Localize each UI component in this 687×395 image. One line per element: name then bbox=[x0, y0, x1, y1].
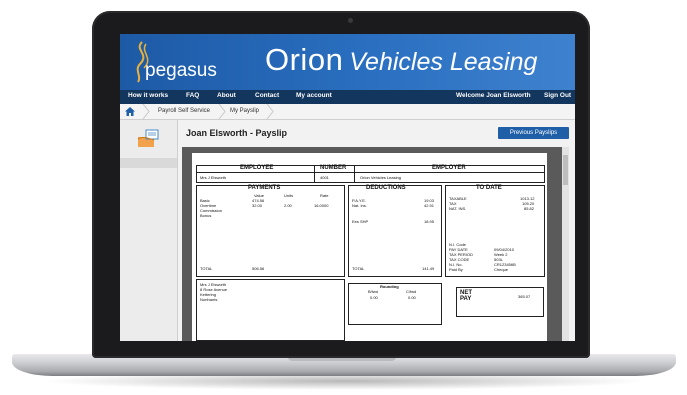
divider bbox=[354, 165, 355, 183]
home-icon[interactable] bbox=[125, 107, 135, 116]
info-name: Paid By bbox=[449, 267, 463, 272]
rounding-cf-value: 0.00 bbox=[408, 295, 416, 300]
payslip-document: EMPLOYEE NUMBER EMPLOYER Mrs J Elsworth … bbox=[192, 153, 547, 341]
net-pay-value: 365.07 bbox=[518, 294, 531, 299]
breadcrumb-separator-icon bbox=[266, 104, 274, 119]
address-line: Northants bbox=[200, 297, 218, 302]
breadcrumb-payroll[interactable]: Payroll Self Service bbox=[158, 108, 210, 114]
breadcrumb-separator-icon bbox=[142, 104, 150, 119]
breadcrumb-my-payslip[interactable]: My Payslip bbox=[230, 108, 259, 114]
viewer-scrollbar[interactable] bbox=[562, 147, 569, 341]
payment-name: Bonus bbox=[200, 213, 212, 218]
deductions-header: DEDUCTIONS bbox=[366, 185, 406, 191]
payment-value: 32.00 bbox=[252, 203, 263, 208]
sidebar bbox=[120, 120, 178, 341]
employer-header: EMPLOYER bbox=[432, 165, 466, 171]
info-value: Cheque bbox=[494, 267, 509, 272]
deductions-total-label: TOTAL bbox=[352, 266, 365, 271]
nav-how-it-works[interactable]: How it works bbox=[128, 92, 168, 99]
page-title: Joan Elsworth - Payslip bbox=[186, 128, 288, 138]
logo-text: pegasus bbox=[145, 60, 217, 81]
payment-rate: 16.0000 bbox=[314, 203, 329, 208]
top-nav: How it works FAQ About Contact My accoun… bbox=[120, 90, 575, 104]
nav-my-account[interactable]: My account bbox=[296, 92, 332, 99]
nav-about[interactable]: About bbox=[217, 92, 236, 99]
site-brand: Orion Vehicles Leasing bbox=[265, 42, 537, 78]
todate-name: NAT. INS. bbox=[449, 206, 467, 211]
sign-out-link[interactable]: Sign Out bbox=[544, 92, 571, 99]
payslip-hand-icon[interactable] bbox=[136, 128, 162, 148]
divider bbox=[196, 172, 545, 173]
deduction-value: 42.91 bbox=[424, 203, 435, 208]
number-header: NUMBER bbox=[320, 165, 347, 171]
brand-main: Orion bbox=[265, 42, 344, 77]
employee-name: Mrs J Elsworth bbox=[200, 175, 227, 180]
rounding-box bbox=[348, 283, 442, 325]
deductions-total: 141.49 bbox=[422, 266, 435, 271]
ees-shp-label: Ees SHP bbox=[352, 219, 369, 224]
payments-header: PAYMENTS bbox=[248, 185, 281, 191]
payments-total: 506.56 bbox=[252, 266, 265, 271]
payment-units: 2.00 bbox=[284, 203, 292, 208]
todate-value: 85.82 bbox=[524, 206, 535, 211]
nav-faq[interactable]: FAQ bbox=[186, 92, 199, 99]
rounding-bf-value: 0.00 bbox=[370, 295, 378, 300]
payments-total-label: TOTAL bbox=[200, 266, 213, 271]
site-banner: pegasus Orion Vehicles Leasing bbox=[120, 34, 575, 90]
laptop-screen: pegasus Orion Vehicles Leasing How it wor… bbox=[120, 34, 575, 341]
rounding-bf-label: B/fwd bbox=[368, 289, 379, 294]
sidebar-selected-item[interactable] bbox=[120, 158, 177, 168]
nav-contact[interactable]: Contact bbox=[255, 92, 279, 99]
units-column-header: Units bbox=[284, 193, 294, 198]
divider bbox=[314, 165, 315, 183]
previous-payslips-button[interactable]: Previous Payslips bbox=[498, 127, 569, 139]
employer-name: Orion Vehicles Leasing bbox=[360, 175, 401, 180]
welcome-text: Welcome Joan Elsworth bbox=[456, 92, 531, 99]
breadcrumb: Payroll Self Service My Payslip bbox=[120, 104, 575, 120]
main-content: Joan Elsworth - Payslip Previous Payslip… bbox=[178, 120, 575, 341]
payslip-viewer[interactable]: EMPLOYEE NUMBER EMPLOYER Mrs J Elsworth … bbox=[182, 147, 569, 341]
employee-header: EMPLOYEE bbox=[240, 165, 274, 171]
ees-shp-value: 18.95 bbox=[424, 219, 435, 224]
rounding-header: Rounding bbox=[380, 284, 399, 289]
payments-box bbox=[196, 185, 345, 277]
pay-label: PAY bbox=[460, 296, 472, 302]
deduction-name: Nat. Ins. bbox=[352, 203, 367, 208]
rate-column-header: Rate bbox=[320, 193, 329, 198]
scrollbar-thumb[interactable] bbox=[563, 155, 568, 185]
employee-number: 4001 bbox=[320, 175, 329, 180]
breadcrumb-separator-icon bbox=[218, 104, 226, 119]
rounding-cf-label: C/fwd bbox=[406, 289, 417, 294]
todate-header: TO DATE bbox=[476, 185, 502, 191]
brand-sub: Vehicles Leasing bbox=[349, 48, 538, 76]
camera-icon bbox=[348, 18, 353, 23]
